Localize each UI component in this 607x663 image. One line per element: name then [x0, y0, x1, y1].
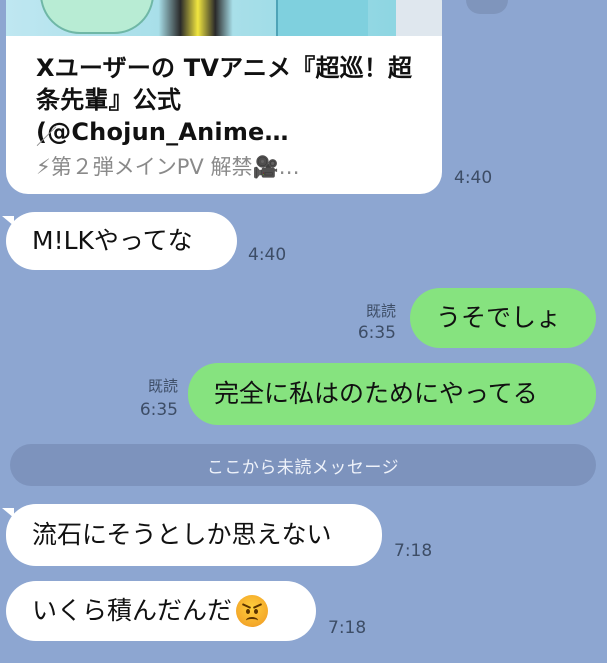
link-preview-card[interactable]: Xユーザーの TVアニメ『超巡！超条先輩』公式 (@Chojun_Anime… …	[6, 0, 442, 194]
read-receipt: 既読	[147, 377, 178, 395]
message-text: 流石にそうとしか思えない	[32, 520, 332, 549]
read-receipt: 既読	[365, 302, 396, 320]
message-bubble-incoming[interactable]: 流石にそうとしか思えない	[6, 504, 382, 566]
message-bubble-incoming[interactable]: M!LKやってな	[6, 212, 237, 270]
message-time: 7:18	[328, 618, 367, 638]
message-time: 6:35	[139, 400, 178, 420]
unread-divider-label: ここから未読メッセージ	[206, 457, 400, 478]
link-preview-description: ／ ⚡第２弾メインPV 解禁🎥…	[36, 125, 300, 179]
link-preview-image	[6, 0, 442, 36]
angry-face-icon	[236, 595, 269, 627]
message-bubble-outgoing[interactable]: うそでしょ	[410, 288, 596, 348]
message-bubble-outgoing[interactable]: 完全に私はのためにやってる	[188, 363, 596, 425]
message-time: 4:40	[248, 245, 287, 265]
message-text: いくら積んだんだ	[32, 596, 233, 625]
message-text: M!LKやってな	[32, 226, 193, 255]
chat-timeline[interactable]: Xユーザーの TVアニメ『超巡！超条先輩』公式 (@Chojun_Anime… …	[0, 0, 607, 663]
message-text: 完全に私はのためにやってる	[214, 379, 538, 408]
scroll-button[interactable]	[466, 0, 508, 14]
message-time: 7:18	[394, 541, 433, 561]
message-text: うそでしょ	[436, 303, 562, 332]
message-time: 4:40	[454, 168, 493, 188]
message-bubble-incoming[interactable]: いくら積んだんだ	[6, 581, 316, 641]
message-time: 6:35	[357, 323, 396, 343]
unread-divider: ここから未読メッセージ	[10, 444, 596, 486]
